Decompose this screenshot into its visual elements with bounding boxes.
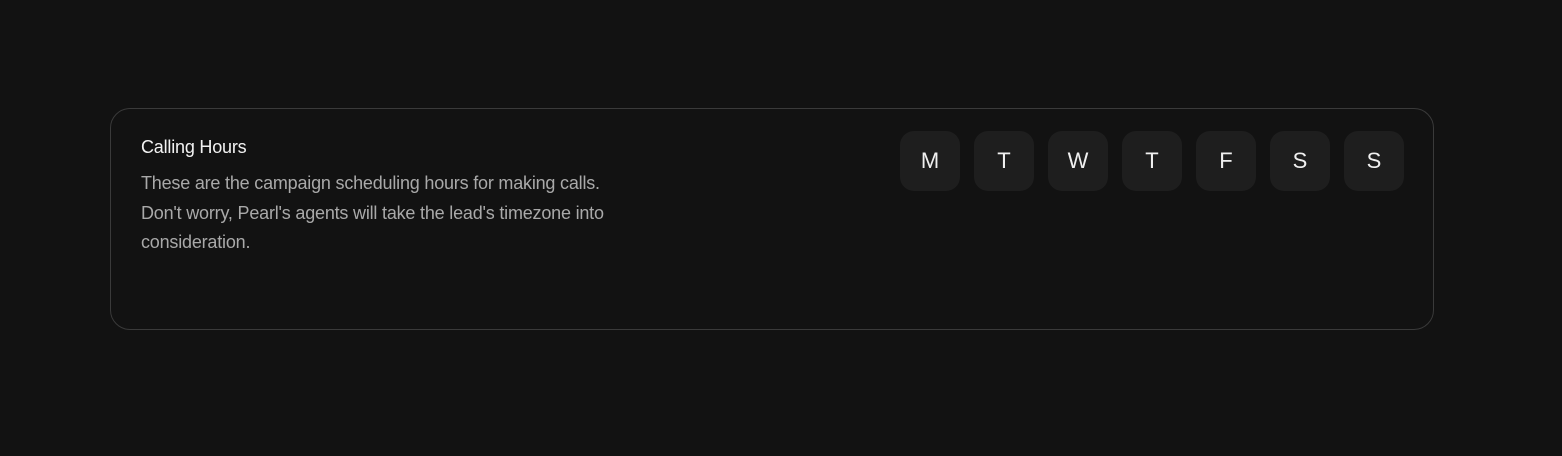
- calling-hours-description: These are the campaign scheduling hours …: [141, 169, 631, 258]
- day-toggle-sunday[interactable]: S: [1344, 131, 1404, 191]
- description-line-timezone: Don't worry, Pearl's agents will take th…: [141, 202, 604, 253]
- day-toggle-monday[interactable]: M: [900, 131, 960, 191]
- day-toggle-tuesday[interactable]: T: [974, 131, 1034, 191]
- day-toggle-thursday[interactable]: T: [1122, 131, 1182, 191]
- day-toggle-saturday[interactable]: S: [1270, 131, 1330, 191]
- day-toggle-wednesday[interactable]: W: [1048, 131, 1108, 191]
- day-toggle-friday[interactable]: F: [1196, 131, 1256, 191]
- weekday-selector: M T W T F S S: [900, 131, 1404, 191]
- calling-hours-card: Calling Hours These are the campaign sch…: [110, 108, 1434, 330]
- description-line-scheduling: These are the campaign scheduling hours …: [141, 173, 600, 193]
- calling-hours-title: Calling Hours: [141, 137, 247, 157]
